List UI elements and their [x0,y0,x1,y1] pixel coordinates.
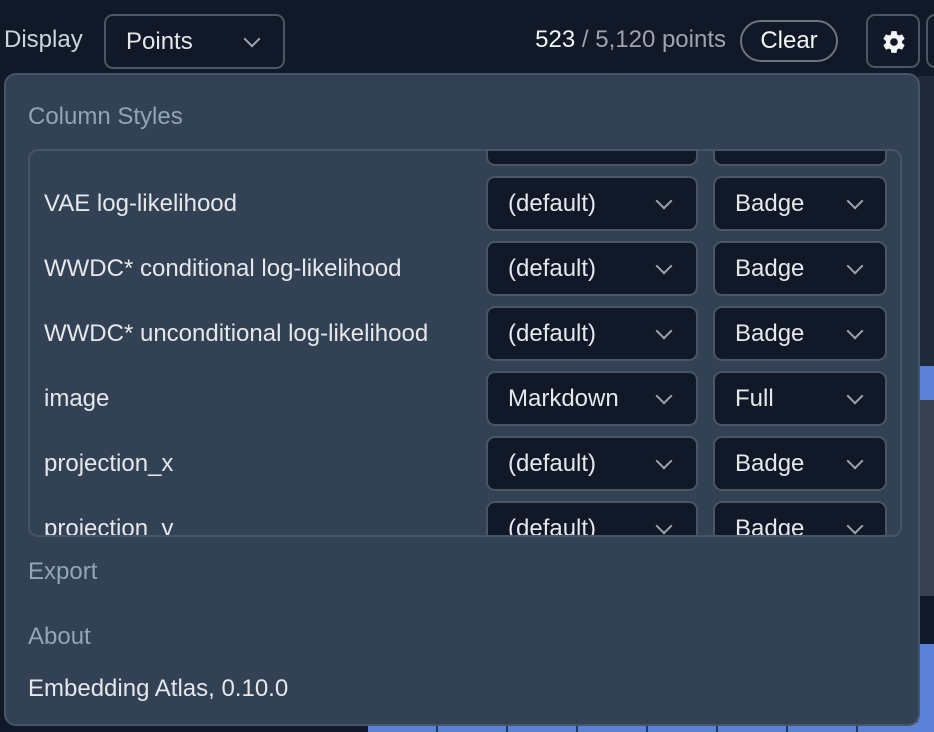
background-chart-bar [918,366,934,400]
chevron-down-icon [846,452,864,469]
column-type-value: (default) [508,449,597,477]
column-name: digit [44,151,88,153]
column-display-value: Badge [735,151,804,153]
chevron-down-icon [846,517,864,534]
chevron-down-icon [655,452,673,469]
background-panel [918,76,934,366]
column-display-value: Badge [735,189,805,217]
column-type-select[interactable]: (default) [486,241,698,296]
background-chart-bar [918,644,934,732]
display-mode-select[interactable]: Points [104,14,285,69]
column-name: WWDC* unconditional log-likelihood [44,319,429,347]
column-name: VAE log-likelihood [44,189,237,217]
column-display-value: Badge [735,514,805,537]
chevron-down-icon [655,322,673,339]
column-display-select[interactable]: Badge [713,436,887,491]
chevron-down-icon [846,257,864,274]
column-style-row: projection_y (default) Badge [30,501,900,537]
column-type-value: (default) [508,514,597,537]
total-count: / 5,120 points [581,26,726,53]
column-type-select[interactable]: (default) [486,501,698,537]
settings-popover: Column Styles digit(default)BadgeVAE log… [4,73,920,726]
column-style-row: WWDC* conditional log-likelihood (default… [30,241,900,296]
column-display-select[interactable]: Full [713,371,887,426]
column-type-select[interactable]: Markdown [486,371,698,426]
about-title: About [28,623,91,650]
point-count: 523 / 5,120 points [535,26,726,54]
column-type-select[interactable]: (default) [486,151,698,166]
column-type-select[interactable]: (default) [486,436,698,491]
display-label: Display [4,26,83,53]
column-display-select[interactable]: Badge [713,151,887,166]
column-display-value: Badge [735,254,805,282]
column-type-value: (default) [508,254,597,282]
panel-toggle-button[interactable] [926,14,934,68]
version-text: Embedding Atlas, 0.10.0 [28,675,289,702]
column-name: projection_x [44,449,174,477]
column-display-select[interactable]: Badge [713,241,887,296]
column-display-value: Badge [735,449,805,477]
column-display-select[interactable]: Badge [713,176,887,231]
chevron-down-icon [243,30,261,47]
column-type-value: Markdown [508,384,619,412]
column-type-select[interactable]: (default) [486,306,698,361]
column-styles-list[interactable]: digit (default) Badge VAE log-likelihood (de… [28,149,902,537]
gear-icon [883,31,905,53]
column-display-value: Badge [735,319,805,347]
column-display-select[interactable]: Badge [713,501,887,537]
chevron-down-icon [655,257,673,274]
chevron-down-icon [655,192,673,209]
column-name: WWDC* conditional log-likelihood [44,254,402,282]
column-style-row: projection_x (default) Badge [30,436,900,491]
column-style-row: VAE log-likelihood (default) Badge [30,176,900,231]
clear-selection-button[interactable]: Clear [740,20,838,62]
column-styles-title: Column Styles [28,103,183,130]
export-title[interactable]: Export [28,558,97,586]
column-display-value: Full [735,384,774,412]
column-name: image [44,384,110,412]
chevron-down-icon [846,192,864,209]
display-mode-value: Points [126,27,193,55]
column-style-row: digit (default) Badge [30,151,900,166]
settings-button[interactable] [866,14,920,68]
app-window: Display Points 523 / 5,120 points Clear … [0,0,934,732]
chevron-down-icon [846,322,864,339]
column-display-select[interactable]: Badge [713,306,887,361]
background-panel-lower [918,400,934,596]
column-style-row: WWDC* unconditional log-likelihood (defau… [30,306,900,361]
column-type-value: (default) [508,319,597,347]
selected-count: 523 [535,26,576,53]
column-type-value: (default) [508,189,597,217]
chevron-down-icon [846,387,864,404]
column-type-select[interactable]: (default) [486,176,698,231]
column-style-row: image Markdown Full [30,371,900,426]
chevron-down-icon [655,517,673,534]
column-name: projection_y [44,514,174,537]
chevron-down-icon [655,387,673,404]
column-type-value: (default) [508,151,596,153]
